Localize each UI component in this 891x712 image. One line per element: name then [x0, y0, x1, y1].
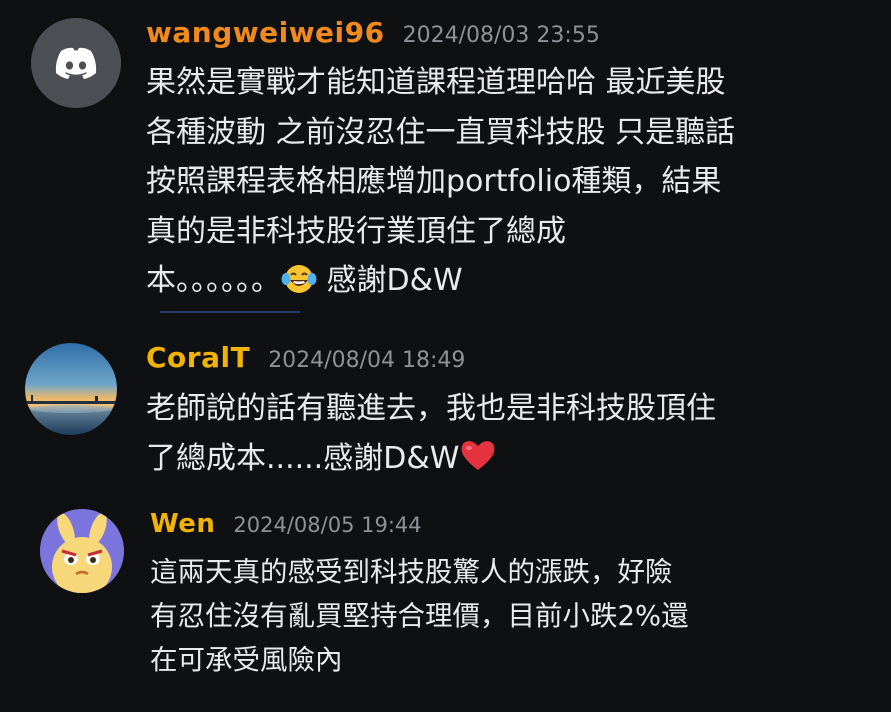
message-text: 了總成本......感謝D&W [146, 441, 460, 476]
chat-screen: wangweiwei96 2024/08/03 23:55 果然是實戰才能知道課程… [0, 0, 891, 712]
divider [160, 311, 300, 313]
message-text: 感謝D&W [326, 263, 463, 298]
discord-logo-icon [31, 18, 121, 108]
message-content: 老師說的話有聽進去，我也是非科技股頂住 了總成本......感謝D&W [146, 384, 716, 488]
message-text: 本。。。。。。 [146, 263, 281, 298]
yellow-rabbit-character-avatar [40, 509, 124, 593]
username[interactable]: Wen [150, 509, 215, 539]
sunset-landscape-avatar [25, 343, 117, 435]
timestamp: 2024/08/03 23:55 [402, 23, 600, 48]
user-avatar[interactable] [40, 509, 124, 593]
user-avatar[interactable] [31, 18, 121, 108]
red-heart-emoji-icon [459, 438, 497, 488]
message-line: 了總成本......感謝D&W [146, 434, 716, 488]
user-avatar[interactable] [25, 343, 117, 435]
timestamp: 2024/08/04 18:49 [268, 348, 466, 373]
message-line: 有忍住沒有亂買堅持合理價，目前小跌2%還 [150, 600, 689, 632]
message-line: 在可承受風險內 [150, 644, 343, 676]
chat-message: Wen 2024/08/05 19:44 這兩天真的感受到科技股驚人的漲跌，好險 … [0, 498, 891, 712]
message-line: 本。。。。。。 感謝D&W [146, 256, 735, 310]
laughing-tears-emoji-icon [281, 260, 317, 310]
message-line: 各種波動 之前沒忍住一直買科技股 只是聽話 [146, 114, 736, 150]
username[interactable]: wangweiwei96 [146, 16, 385, 49]
message-header: CoralT 2024/08/04 18:49 [146, 341, 465, 378]
message-content: 這兩天真的感受到科技股驚人的漲跌，好險 有忍住沒有亂買堅持合理價，目前小跌2%還… [150, 550, 689, 682]
message-line: 這兩天真的感受到科技股驚人的漲跌，好險 [150, 556, 673, 588]
message-header: Wen 2024/08/05 19:44 [150, 508, 422, 541]
chat-message: wangweiwei96 2024/08/03 23:55 果然是實戰才能知道課程… [0, 0, 891, 320]
message-header: wangweiwei96 2024/08/03 23:55 [146, 16, 600, 53]
message-content: 果然是實戰才能知道課程道理哈哈 最近美股 各種波動 之前沒忍住一直買科技股 只是… [146, 58, 735, 310]
message-line: 果然是實戰才能知道課程道理哈哈 最近美股 [146, 65, 726, 100]
username[interactable]: CoralT [146, 341, 250, 374]
timestamp: 2024/08/05 19:44 [233, 513, 422, 537]
message-line: 按照課程表格相應增加portfolio種類，結果 [146, 164, 722, 199]
message-line: 真的是非科技股行業頂住了總成 [146, 213, 566, 249]
chat-message: CoralT 2024/08/04 18:49 老師說的話有聽進去，我也是非科技股… [0, 328, 891, 488]
message-line: 老師說的話有聽進去，我也是非科技股頂住 [146, 391, 716, 426]
